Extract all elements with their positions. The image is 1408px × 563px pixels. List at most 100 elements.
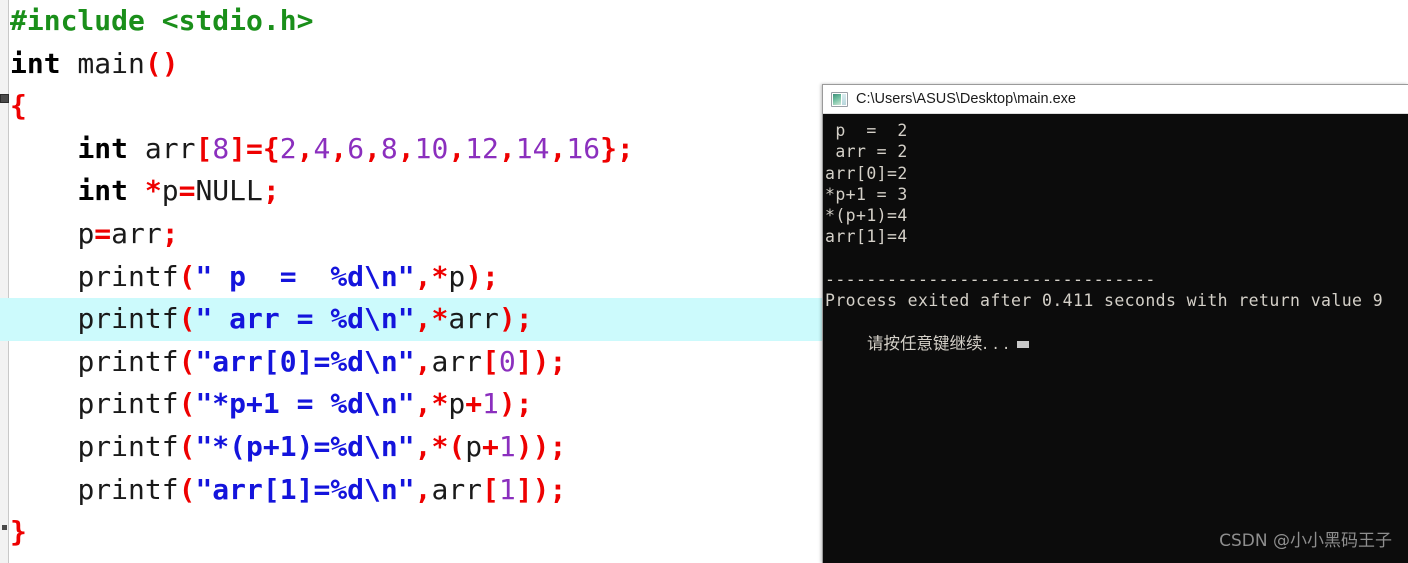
console-output-line: arr[0]=2 — [825, 163, 908, 183]
code-token: printf — [77, 259, 179, 293]
code-token: , — [414, 472, 432, 506]
console-output-line: *p+1 = 3 — [825, 184, 908, 204]
code-token: ); — [498, 302, 533, 336]
code-token: , — [330, 131, 348, 165]
code-token: p — [465, 429, 483, 463]
code-token: ); — [498, 387, 533, 421]
code-token: 10 — [414, 131, 449, 165]
console-output-line: arr = 2 — [825, 142, 908, 162]
code-token: , — [364, 131, 381, 165]
console-title-text: C:\Users\ASUS\Desktop\main.exe — [856, 91, 1076, 107]
code-token: = — [94, 216, 112, 250]
code-token: 8 — [380, 131, 398, 165]
code-token: "*p+1 = %d\n" — [195, 387, 415, 421]
code-token: ; — [161, 216, 179, 250]
code-token: int — [77, 131, 129, 165]
code-token: ]); — [515, 472, 567, 506]
code-token: arr — [111, 216, 162, 250]
console-blank-gap — [825, 248, 1408, 269]
console-window-icon — [831, 91, 848, 107]
console-output-area[interactable]: p = 2 arr = 2 arr[0]=2 *p+1 = 3 *(p+1)=4 arr… — [823, 114, 1408, 563]
code-token: ( — [178, 429, 196, 463]
code-token: printf — [77, 429, 179, 463]
code-token: ; — [262, 174, 280, 208]
console-exit-message: Process exited after 0.411 seconds with … — [825, 291, 1384, 311]
code-token: "arr[0]=%d\n" — [195, 344, 415, 378]
code-token: printf — [77, 344, 179, 378]
code-token: #include <stdio.h> — [10, 4, 314, 37]
console-output-line: p = 2 — [825, 121, 908, 140]
code-token: p — [161, 174, 179, 208]
code-token: ( — [178, 259, 196, 293]
code-token: ,* — [414, 259, 449, 293]
code-token: ,* — [414, 387, 449, 421]
code-token: ( — [178, 472, 196, 506]
code-token: " p = %d\n" — [195, 259, 415, 293]
code-token: p — [448, 259, 466, 293]
code-token: ,* — [414, 302, 449, 336]
console-output-lines: p = 2 arr = 2 arr[0]=2 *p+1 = 3 *(p+1)=4 arr… — [825, 120, 1408, 248]
code-token: () — [144, 46, 179, 80]
code-token: arr — [128, 131, 196, 165]
screenshot-root: #include <stdio.h> int main(){ int arr[8]… — [0, 0, 1408, 563]
code-token: p — [77, 216, 95, 250]
code-token: ( — [178, 387, 196, 421]
code-token: + — [482, 429, 499, 463]
code-token: "arr[1]=%d\n" — [195, 472, 415, 506]
code-token: ); — [465, 259, 499, 293]
code-line[interactable]: int main() — [0, 43, 1408, 86]
code-token: * — [128, 174, 162, 208]
code-token: + — [465, 387, 483, 421]
code-token: ]); — [515, 344, 567, 378]
code-token: arr — [448, 302, 499, 336]
code-token: { — [10, 89, 27, 123]
code-token: int — [10, 46, 61, 80]
code-token: 1 — [498, 429, 516, 463]
code-token: ]={ — [229, 131, 280, 165]
code-token: printf — [77, 302, 179, 336]
code-token: int — [77, 174, 129, 208]
code-token: [ — [482, 344, 499, 378]
csdn-watermark: CSDN @小小黑码王子 — [1219, 531, 1392, 551]
code-token: printf — [77, 387, 179, 421]
code-token: , — [498, 131, 516, 165]
code-token: }; — [600, 131, 634, 165]
code-token: 1 — [482, 387, 499, 421]
code-token: ,*( — [414, 429, 466, 463]
code-token: [ — [482, 472, 499, 506]
console-window[interactable]: C:\Users\ASUS\Desktop\main.exe p = 2 arr… — [822, 84, 1408, 563]
code-token: = — [178, 174, 196, 208]
code-token: 0 — [498, 344, 516, 378]
code-token: 2 — [279, 131, 297, 165]
code-token: 6 — [347, 131, 365, 165]
code-token: 16 — [566, 131, 601, 165]
code-token: [ — [195, 131, 213, 165]
code-token: ( — [178, 344, 196, 378]
console-prompt-text: 请按任意键继续. . . — [866, 333, 1009, 353]
code-token: ( — [178, 302, 196, 336]
code-token: , — [414, 344, 432, 378]
console-title-bar[interactable]: C:\Users\ASUS\Desktop\main.exe — [823, 85, 1408, 114]
code-token: } — [10, 515, 27, 549]
console-output-line: *(p+1)=4 — [825, 206, 908, 226]
code-token: " arr = %d\n" — [195, 302, 415, 336]
code-token: "*(p+1)=%d\n" — [195, 429, 415, 463]
code-token: )); — [515, 429, 567, 463]
console-output-line: arr[1]=4 — [825, 227, 908, 247]
code-token: , — [296, 131, 314, 165]
console-prompt-line: 请按任意键继续. . . — [825, 311, 1408, 375]
console-block-cursor — [1016, 340, 1029, 348]
code-token: , — [549, 131, 567, 165]
code-token: , — [397, 131, 415, 165]
code-token: 4 — [313, 131, 331, 165]
code-token: 1 — [498, 472, 516, 506]
code-line[interactable]: #include <stdio.h> — [0, 0, 1408, 43]
